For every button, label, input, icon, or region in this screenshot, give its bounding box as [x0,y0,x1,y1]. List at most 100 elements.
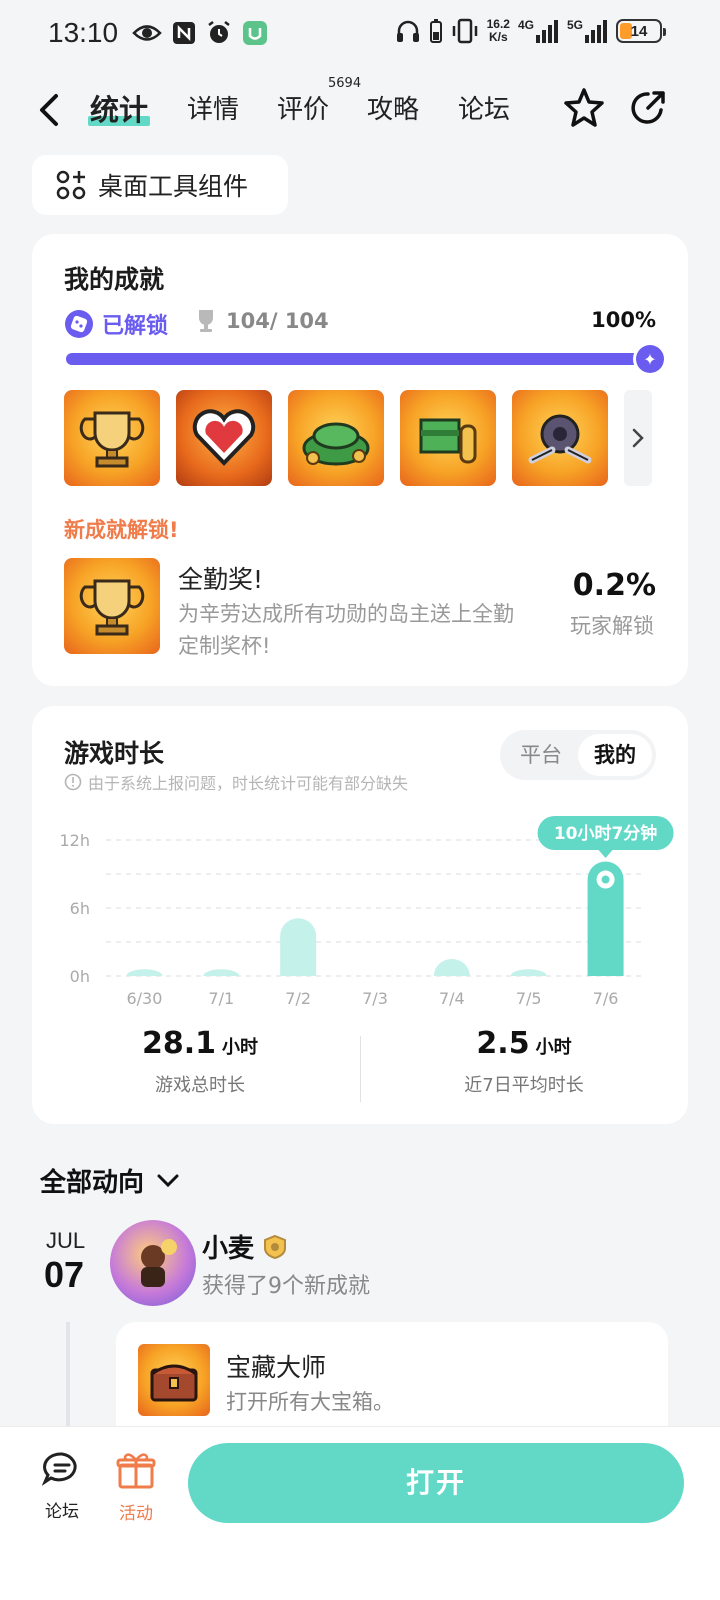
achievements-card: 我的成就 已解锁 104/ 104 100% ✦ 新成就解锁! 全勤奖! 为辛劳… [32,234,688,686]
money-coins-badge-icon [419,418,477,464]
stats-divider [360,1036,361,1102]
network-speed: 16.2 K/s [487,18,510,44]
feed-action: 获得了9个新成就 [202,1274,370,1299]
gear-wrench-badge-icon [528,414,592,464]
share-button[interactable] [626,86,670,130]
signal-5g: 5G [567,19,608,43]
vibrate-icon [452,18,477,44]
chart-bar [433,959,470,976]
gift-icon [116,1453,156,1489]
play-time-chart: 0h 6h 12h 6/30 7/1 7/2 7/3 7/4 7/5 7/6 10小时7分钟 [32,816,688,1016]
tab-forum[interactable]: 论坛 [458,90,510,130]
x-tick-label: 7/6 [593,989,619,1008]
bottom-activity-button[interactable]: 活动 [106,1451,166,1524]
new-achievement-percent: 0.2% [572,568,656,603]
favorite-button[interactable] [562,86,606,130]
feed-user[interactable]: 小麦 [202,1228,288,1265]
nfc-icon [173,22,195,44]
info-icon [64,773,82,791]
avg-play-time-value: 2.5 [476,1026,530,1061]
desktop-widget-label: 桌面工具组件 [98,172,249,201]
achievement-progress-fill: ✦ [66,345,664,373]
tab-details[interactable]: 详情 [187,90,239,130]
gear-wrench-badge[interactable] [512,390,608,486]
new-achievement-badge[interactable] [64,558,160,654]
feed-achievement-card[interactable]: 宝藏大师 打开所有大宝箱。 [116,1322,668,1442]
x-tick-label: 6/30 [126,989,162,1008]
all-activity-label: 全部动向 [40,1168,145,1198]
money-coins-badge[interactable] [400,390,496,486]
badges-more-button[interactable] [624,390,652,486]
status-bar: 13:10 16.2 K/s 4G 5G 14 [0,0,720,70]
chart-bar [280,918,317,976]
status-left-icons [132,20,268,46]
forum-chat-icon [41,1452,77,1487]
alarm-icon [208,21,230,43]
chart-tooltip-pointer [598,850,613,858]
chart-bar [510,969,547,976]
x-tick-label: 7/1 [208,989,234,1008]
total-play-time-value: 28.1 [141,1026,217,1061]
back-button[interactable] [38,90,68,130]
heart-badge[interactable] [176,390,272,486]
tab-stats[interactable]: 统计 [87,90,151,130]
status-right-icons: 16.2 K/s 4G 5G 14 [395,18,666,44]
achievements-title: 我的成就 [64,265,165,294]
x-tick-label: 7/2 [285,989,311,1008]
signal-bars-icon [535,20,558,43]
toggle-mine[interactable]: 我的 [578,734,652,776]
toggle-platform[interactable]: 平台 [504,734,578,776]
chart-bar [203,969,240,976]
achievement-percent: 100% [591,308,656,332]
bottom-forum-label: 论坛 [45,1502,79,1522]
avatar[interactable] [110,1220,196,1306]
x-tick-label: 7/3 [362,989,388,1008]
open-game-button[interactable]: 打开 [188,1443,684,1523]
back-arrow-icon [40,94,58,126]
play-time-chart-svg: 0h 6h 12h 6/30 7/1 7/2 7/3 7/4 7/5 7/6 10小时7分钟 [60,816,674,1008]
signal-bars-icon [585,20,607,43]
achievement-count: 104/ 104 [194,308,329,334]
signal-4g: 4G [518,19,559,43]
total-play-time: 28.1 小时 游戏总时长 [40,1026,360,1097]
timeline-line [66,1322,70,1432]
trophy-badge[interactable] [64,390,160,486]
signal-5g-label: 5G [566,18,583,32]
trophy-badge-icon [79,411,145,468]
avatar-character-icon [141,1239,177,1287]
chart-tooltip-text: 10小时7分钟 [554,823,658,844]
eye-icon [132,25,162,41]
avg-play-time: 2.5 小时 近7日平均时长 [364,1026,684,1097]
avg-play-time-unit: 小时 [535,1037,572,1058]
user-level-badge-icon [264,1234,287,1259]
battery-small-icon [429,19,442,43]
feed-achievement-desc: 打开所有大宝箱。 [226,1390,394,1414]
new-achievement-name: 全勤奖! [178,565,264,594]
feed-user-name: 小麦 [202,1234,255,1264]
dice-icon [65,310,93,338]
desktop-widget-button[interactable]: 桌面工具组件 [32,155,288,215]
tab-guides[interactable]: 攻略 [367,90,419,130]
app-notification-icon [243,21,267,45]
play-time-note-text: 由于系统上报问题，时长统计可能有部分缺失 [88,774,409,793]
y-tick-label: 12h [60,831,91,850]
x-tick-label: 7/4 [439,989,465,1008]
play-time-card: 游戏时长 由于系统上报问题，时长统计可能有部分缺失 平台 我的 0h 6h 12h 6… [32,706,688,1124]
sparkle-icon: ✦ [636,345,664,373]
widgets-icon [56,170,86,200]
tab-reviews[interactable]: 评价 [277,90,329,130]
avg-play-time-label: 近7日平均时长 [464,1075,584,1096]
total-play-time-label: 游戏总时长 [155,1075,245,1096]
bottom-forum-button[interactable]: 论坛 [32,1451,92,1522]
all-activity-dropdown[interactable]: 全部动向 [40,1162,180,1199]
x-tick-label: 7/5 [516,989,542,1008]
cash-pile-badge[interactable] [288,390,384,486]
chevron-down-icon [157,1174,179,1187]
total-play-time-unit: 小时 [222,1037,259,1058]
battery-indicator: 14 [616,19,666,43]
new-achievement-desc: 为辛劳达成所有功勋的岛主送上全勤定制奖杯! [178,602,514,658]
unlocked-label: 已解锁 [102,314,169,339]
achievement-count-value: 104/ 104 [226,309,329,333]
status-time: 13:10 [48,17,119,48]
treasure-chest-icon [138,1344,210,1416]
